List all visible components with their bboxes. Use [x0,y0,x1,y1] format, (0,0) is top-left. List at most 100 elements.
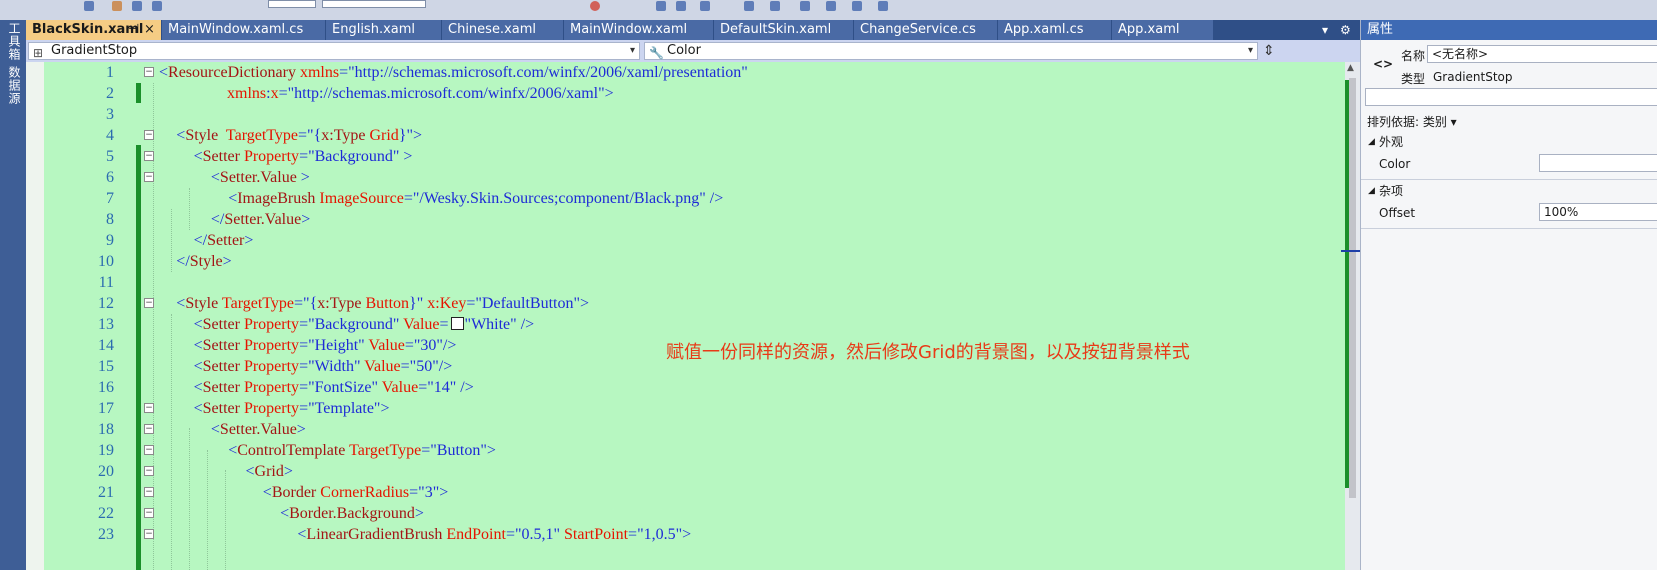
line-number: 8 [106,211,114,228]
pin-icon[interactable]: ⊣ [128,20,139,40]
toolbar-icon[interactable] [152,1,162,11]
expand-icon[interactable]: ◢ [1368,131,1375,153]
tab-mainwindow-xaml[interactable]: MainWindow.xaml [564,20,714,40]
toolbar-combo[interactable] [322,0,426,8]
code-line[interactable]: 21 − <Border CornerRadius="3"> [26,482,1326,503]
fold-toggle-icon[interactable]: − [144,172,154,182]
tab-app-xaml[interactable]: App.xaml [1112,20,1214,40]
sort-dropdown[interactable]: 排列依据: 类别 ▾ [1367,113,1457,130]
toolbar-icon[interactable] [852,1,862,11]
toolbar-icon[interactable] [112,1,122,11]
code-line[interactable]: 2 xmlns:x="http://schemas.microsoft.com/… [26,83,1326,104]
code-text: <Setter.Value > [211,167,310,188]
toolbar-icon[interactable] [590,1,600,11]
fold-toggle-icon[interactable]: − [144,130,154,140]
offset-field[interactable]: 100% [1539,203,1657,221]
scroll-up-icon[interactable]: ▲ [1347,63,1354,73]
toolbar-icon[interactable] [700,1,710,11]
code-line[interactable]: 16 <Setter Property="FontSize" Value="14"… [26,377,1326,398]
code-line[interactable]: 18 − <Setter.Value> [26,419,1326,440]
code-line[interactable]: 4 − <Style TargetType="{x:Type Grid}"> [26,125,1326,146]
tab-mainwindow-xaml-cs[interactable]: MainWindow.xaml.cs [162,20,326,40]
toolbar-icon[interactable] [878,1,888,11]
code-token: Setter [207,232,245,249]
code-line[interactable]: 23 − <LinearGradientBrush EndPoint="0.5,1"… [26,524,1326,545]
tab-app-xaml-cs[interactable]: App.xaml.cs [998,20,1112,40]
code-token: Property [239,400,300,417]
toolbar-icon[interactable] [84,1,94,11]
code-line[interactable]: 11 [26,272,1326,293]
fold-toggle-icon[interactable]: − [144,424,154,434]
color-field[interactable] [1539,154,1657,172]
code-line[interactable]: 19 − <ControlTemplate TargetType="Button"> [26,440,1326,461]
tab-defaultskin-xaml[interactable]: DefaultSkin.xaml [714,20,854,40]
tab-english-xaml[interactable]: English.xaml [326,20,442,40]
toolbar-icon[interactable] [770,1,780,11]
code-line[interactable]: 20 − <Grid> [26,461,1326,482]
editor-scrollbar[interactable]: ▲ [1341,62,1363,570]
line-number: 20 [98,463,114,480]
tab-blackskin-xaml[interactable]: BlackSkin.xaml ⊣ × [26,20,162,40]
toolbar-icon[interactable] [656,1,666,11]
tab-chinese-xaml[interactable]: Chinese.xaml [442,20,564,40]
datasource-tab[interactable]: 数据源 [4,66,21,105]
code-line[interactable]: 10 </Style> [26,251,1326,272]
name-field[interactable]: <无名称> [1427,45,1657,63]
fold-toggle-icon[interactable]: − [144,298,154,308]
code-token: TargetType [218,295,295,312]
code-token: > [283,463,293,480]
code-line[interactable]: 12 − <Style TargetType="{x:Type Button}" x… [26,293,1326,314]
close-icon[interactable]: × [144,20,155,40]
code-token: ControlTemplate [237,442,346,459]
toolbox-tab[interactable]: 工具箱 [4,22,21,61]
code-line[interactable]: 13 <Setter Property="Background" Value= "W… [26,314,1326,335]
expand-icon[interactable]: ◢ [1368,180,1375,202]
code-line[interactable]: 9 </Setter> [26,230,1326,251]
code-line[interactable]: 17 − <Setter Property="Template"> [26,398,1326,419]
fold-toggle-icon[interactable]: − [144,445,154,455]
fold-toggle-icon[interactable]: − [144,529,154,539]
color-swatch-icon[interactable] [450,317,464,330]
code-line[interactable]: 1 − <ResourceDictionary xmlns="http://sche… [26,62,1326,83]
member-combo[interactable]: 🔧 Color ▾ [644,42,1258,60]
code-line[interactable]: 5 − <Setter Property="Background" > [26,146,1326,167]
gear-icon[interactable]: ⚙ [1340,20,1351,40]
category-misc[interactable]: ◢ 杂项 [1361,180,1657,202]
fold-toggle-icon[interactable]: − [144,487,154,497]
line-number: 12 [98,295,114,312]
fold-toggle-icon[interactable]: − [144,151,154,161]
document-tab-row: BlackSkin.xaml ⊣ × MainWindow.xaml.cs En… [26,20,1360,40]
code-line[interactable]: 22 − <Border.Background> [26,503,1326,524]
split-icon[interactable]: ⇕ [1263,43,1275,59]
category-appearance[interactable]: ◢ 外观 [1361,131,1657,153]
code-token: }" [409,295,428,312]
toolbar-icon[interactable] [132,1,142,11]
toolbar-icon[interactable] [676,1,686,11]
toolbar-icon[interactable] [744,1,754,11]
fold-toggle-icon[interactable]: − [144,466,154,476]
line-number: 7 [106,190,114,207]
code-line[interactable]: 6 − <Setter.Value > [26,167,1326,188]
code-line[interactable]: 7 <ImageBrush ImageSource="/Wesky.Skin.So… [26,188,1326,209]
fold-toggle-icon[interactable]: − [144,403,154,413]
element-combo[interactable]: ⊞ GradientStop ▾ [28,42,640,60]
code-editor[interactable]: 赋值一份同样的资源，然后修改Grid的背景图，以及按钮背景样式 1− <Resou… [26,62,1345,570]
chevron-down-icon[interactable]: ▾ [630,43,635,59]
code-line[interactable]: 3 [26,104,1326,125]
code-token: < [210,421,220,438]
code-line[interactable]: 14 <Setter Property="Height" Value="30"/> [26,335,1326,356]
code-line[interactable]: 8 </Setter.Value> [26,209,1326,230]
tab-changeservice-cs[interactable]: ChangeService.cs [854,20,998,40]
search-input[interactable] [1365,88,1657,106]
toolbar-icon[interactable] [826,1,836,11]
tab-overflow-icon[interactable]: ▾ [1322,20,1328,40]
code-line[interactable]: 15 <Setter Property="Width" Value="50"/> [26,356,1326,377]
toolbar-combo[interactable] [268,0,316,8]
fold-toggle-icon[interactable]: − [144,508,154,518]
scrollbar-thumb[interactable] [1349,78,1356,498]
code-token: > [301,211,311,228]
toolbar-icon[interactable] [800,1,810,11]
fold-toggle-icon[interactable]: − [144,67,154,77]
code-text: <Setter Property="Height" Value="30"/> [194,335,457,356]
chevron-down-icon[interactable]: ▾ [1248,43,1253,59]
